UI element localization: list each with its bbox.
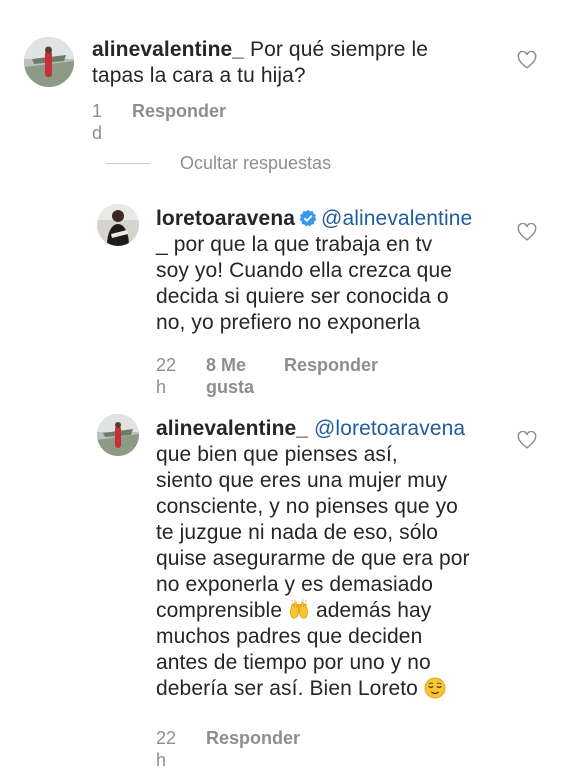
comment-time: 1 d [92,101,103,143]
comment-text: que bien que pienses así, [156,443,398,466]
like-heart-icon[interactable] [517,223,537,241]
comment-text: no, yo prefiero no exponerla [156,311,421,334]
raising-hands-emoji [289,599,309,619]
hide-replies-label: Ocultar respuestas [180,152,332,173]
comment-body: loretoaravena @alinevalentine _ por que l… [156,206,516,336]
avatar-alinevalentine[interactable] [24,37,74,87]
comment-text: _ por que la que trabaja en tv [156,233,433,256]
comment-text: tapas la cara a tu hija? [92,64,306,87]
comment-text: siento que eres una mujer muy [156,469,448,492]
comment-text: además hay [315,599,432,622]
comment-text: debería ser así. Bien Loreto [156,677,418,700]
likes-count-button[interactable]: 8 Me gusta [206,354,254,398]
comment-username[interactable]: alinevalentine_ [156,417,308,440]
hide-replies-button[interactable]: Ocultar respuestas [106,150,331,176]
avatar-alinevalentine[interactable] [97,414,139,456]
comment-time: 22 h [156,355,177,397]
comment-text: antes de tiempo por uno y no [156,651,431,674]
comment-text: soy yo! Cuando ella crezca que [156,259,453,282]
like-heart-icon[interactable] [517,431,537,449]
reply-button[interactable]: Responder [284,354,378,398]
comment-body: alinevalentine_ @loretoaravena que bien … [156,416,516,702]
comment-meta: 1 d Responder [92,100,226,144]
hide-replies-divider [106,162,150,164]
avatar-loretoaravena[interactable] [97,204,139,246]
comment-mention[interactable]: @alinevalentine [321,207,472,230]
relieved-face-emoji [424,677,446,699]
like-heart-icon[interactable] [517,51,537,69]
comment-text: muchos padres que deciden [156,625,423,648]
comment-text: comprensible [156,599,283,622]
comment-username[interactable]: loretoaravena [156,207,295,230]
comment-text: decida si quiere ser conocida o [156,285,449,308]
comment-text: consciente, y no pienses que yo [156,495,458,518]
comment-text: quise asegurarme de que era por [156,547,470,570]
comment-body: alinevalentine_ Por qué siempre le tapas… [92,37,512,89]
comment-text: Por qué siempre le [250,38,429,61]
reply-button[interactable]: Responder [206,727,300,768]
comment-mention[interactable]: @loretoaravena [314,417,465,440]
comment-meta: 22 h 8 Me gusta Responder [156,354,378,398]
comment-meta: 22 h Responder [156,727,300,768]
verified-badge-icon [299,209,317,227]
comment-text: no exponerla y es demasiado [156,573,434,596]
reply-button[interactable]: Responder [132,100,226,144]
comment-text: te juzgue ni nada de eso, sólo [156,521,439,544]
comment-time: 22 h [156,728,177,768]
comment-username[interactable]: alinevalentine_ [92,38,244,61]
